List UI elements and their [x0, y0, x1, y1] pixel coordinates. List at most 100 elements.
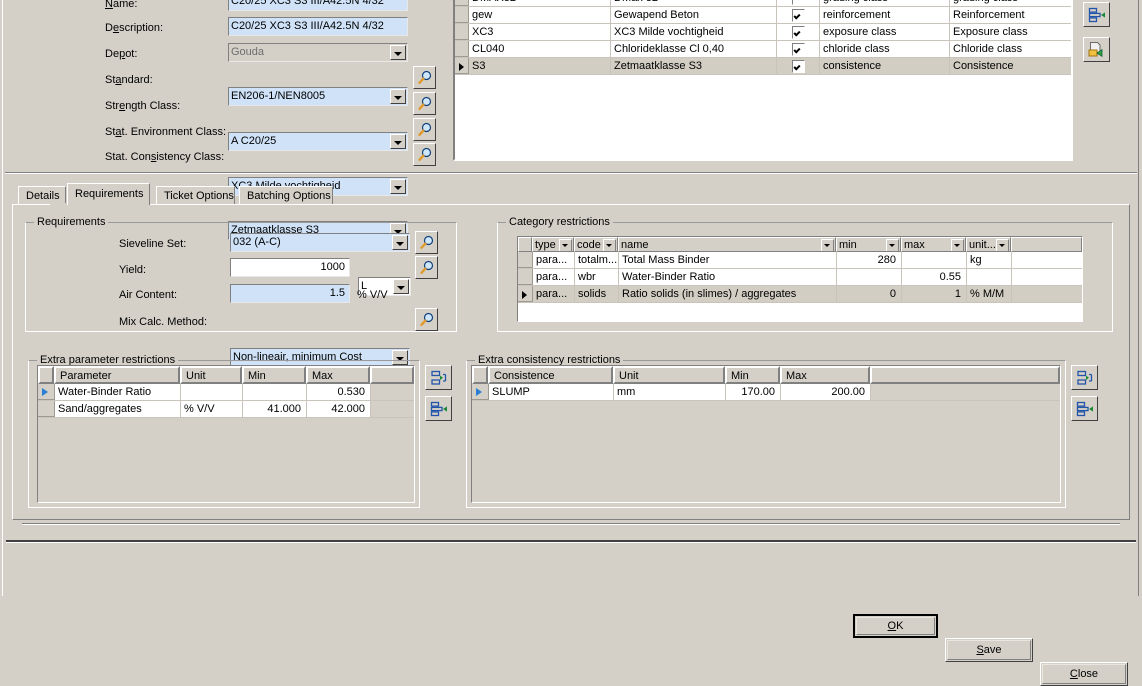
column-header[interactable]: Unit	[180, 366, 242, 384]
table-header-row: type code name min max unit...	[518, 237, 1082, 252]
tab-batching-options[interactable]: Batching Options	[239, 186, 333, 205]
column-header[interactable]: code	[574, 237, 618, 252]
extra-parameter-grid[interactable]: Parameter Unit Min Max Water-Binder Ratio 0.5…	[37, 365, 415, 503]
row-indicator[interactable]	[38, 401, 55, 417]
sieveline-set-lookup-button[interactable]	[415, 231, 438, 254]
depot-combo[interactable]: Gouda	[228, 43, 408, 62]
extra-parameter-append-button[interactable]	[425, 396, 452, 421]
table-row[interactable]: DMAX32DMax 32 grading classgrading class	[455, 0, 1071, 7]
checkbox-unchecked-icon[interactable]	[791, 0, 805, 5]
table-row[interactable]: S3 Zetmaatklasse S3 consistence Consistence	[455, 58, 1071, 75]
column-header[interactable]: name	[618, 237, 836, 252]
chevron-down-icon[interactable]	[559, 239, 572, 251]
column-header[interactable]: min	[836, 237, 901, 252]
consistency-class-lookup-button[interactable]	[413, 143, 436, 166]
column-header-filler	[870, 366, 1060, 384]
class-code-cell: XC3	[469, 24, 611, 40]
strength-class-lookup-button[interactable]	[413, 92, 436, 115]
column-header[interactable]: type	[532, 237, 574, 252]
table-row[interactable]: gew Gewapend Beton reinforcement Reinforcem…	[455, 7, 1071, 24]
class-grid-export-button[interactable]	[1083, 37, 1110, 62]
category-restrictions-grid[interactable]: type code name min max unit... para... totalm..…	[517, 236, 1083, 322]
column-header[interactable]: unit...	[966, 237, 1011, 252]
row-indicator[interactable]	[472, 384, 489, 400]
class-grid-insert-button[interactable]	[1083, 2, 1110, 27]
chevron-down-icon[interactable]	[393, 279, 409, 294]
row-indicator[interactable]	[38, 384, 55, 400]
table-row[interactable]: Sand/aggregates% V/V 41.000 42.000	[38, 401, 414, 418]
extra-consistency-insert-button[interactable]	[1071, 365, 1098, 390]
checkbox-checked-icon[interactable]	[791, 60, 805, 73]
column-header[interactable]: Max	[306, 366, 370, 384]
table-row[interactable]: SLUMP mm 170.00 200.00	[472, 384, 1060, 401]
chevron-down-icon[interactable]	[821, 239, 834, 251]
yield-lookup-button[interactable]	[415, 256, 438, 279]
mix-calc-method-lookup-button[interactable]	[415, 308, 438, 331]
column-header[interactable]: Max	[780, 366, 870, 384]
name-input[interactable]: C20/25 XC3 S3 III/A42.5N 4/32	[228, 0, 408, 11]
column-header[interactable]: max	[901, 237, 966, 252]
column-header[interactable]	[38, 366, 54, 384]
class-key-cell: grading class	[820, 0, 950, 6]
table-cell-filler	[371, 401, 414, 417]
sieveline-set-combo[interactable]: 032 (A-C)	[230, 233, 410, 252]
row-indicator[interactable]	[455, 24, 469, 40]
yield-input[interactable]: 1000	[230, 258, 350, 277]
standard-lookup-button[interactable]	[413, 66, 436, 89]
column-header[interactable]: Min	[725, 366, 780, 384]
chevron-down-icon[interactable]	[886, 239, 899, 251]
category-restrictions-title: Category restrictions	[506, 216, 613, 228]
chevron-down-icon[interactable]	[390, 45, 406, 60]
checkbox-checked-icon[interactable]	[791, 43, 805, 56]
table-row[interactable]: CL040 Chlorideklasse Cl 0,40 chloride clas…	[455, 41, 1071, 58]
strength-class-combo[interactable]: A C20/25	[228, 132, 408, 151]
row-indicator[interactable]	[518, 252, 533, 268]
extra-consistency-grid[interactable]: Consistence Unit Min Max SLUMP mm 170.00 200.00	[471, 365, 1061, 503]
air-content-input[interactable]: 1.5	[230, 284, 350, 303]
tab-ticket-options[interactable]: Ticket Options	[156, 186, 235, 205]
column-header[interactable]	[472, 366, 488, 384]
column-header[interactable]	[518, 237, 532, 252]
parameter-min-cell: 41.000	[243, 401, 307, 417]
checkbox-checked-icon[interactable]	[791, 26, 805, 39]
chevron-down-icon[interactable]	[390, 89, 406, 104]
class-grid[interactable]: DMAX32DMax 32grading classgrading classg…	[453, 0, 1073, 161]
environment-class-lookup-button[interactable]	[413, 118, 436, 141]
row-indicator[interactable]	[455, 58, 469, 74]
extra-consistency-append-button[interactable]	[1071, 396, 1098, 421]
chevron-down-icon[interactable]	[951, 239, 964, 251]
chevron-down-icon[interactable]	[392, 235, 408, 250]
table-row[interactable]: Water-Binder Ratio 0.530	[38, 384, 414, 401]
chevron-down-icon[interactable]	[603, 239, 616, 251]
chevron-down-icon[interactable]	[996, 239, 1009, 251]
class-description-cell: Chlorideklasse Cl 0,40	[611, 41, 777, 57]
column-header[interactable]: Parameter	[54, 366, 180, 384]
restriction-name-cell: Total Mass Binder	[619, 252, 837, 268]
table-row[interactable]: XC3 XC3 Milde vochtigheid exposure class Ex…	[455, 24, 1071, 41]
checkbox-checked-icon[interactable]	[791, 9, 805, 22]
depot-value: Gouda	[231, 46, 265, 58]
extra-parameter-insert-button[interactable]	[425, 365, 452, 390]
column-header[interactable]: Consistence	[488, 366, 613, 384]
ok-button[interactable]: OK	[853, 614, 938, 638]
save-button[interactable]: Save	[945, 638, 1033, 662]
standard-combo[interactable]: EN206-1/NEN8005	[228, 87, 408, 106]
tab-requirements[interactable]: Requirements	[67, 183, 150, 205]
row-indicator[interactable]	[518, 269, 533, 285]
row-indicator[interactable]	[518, 286, 533, 302]
column-header[interactable]: Min	[242, 366, 306, 384]
chevron-down-icon[interactable]	[390, 134, 406, 149]
row-indicator[interactable]	[455, 41, 469, 57]
tab-strip[interactable]: Details Requirements Ticket Options Batc…	[18, 183, 1128, 205]
column-header-filler	[370, 366, 414, 384]
row-indicator[interactable]	[455, 7, 469, 23]
description-input[interactable]: C20/25 XC3 S3 III/A42.5N 4/32	[228, 17, 408, 36]
column-header[interactable]: Unit	[613, 366, 725, 384]
magnifier-icon	[417, 96, 431, 110]
table-row[interactable]: para... solids Ratio solids (in slimes) / …	[518, 286, 1082, 303]
row-indicator[interactable]	[455, 0, 469, 6]
table-row[interactable]: para... totalm... Total Mass Binder 280 kg	[518, 252, 1082, 269]
standard-label: Standard:	[105, 74, 153, 86]
close-button[interactable]: Close	[1040, 662, 1128, 686]
table-row[interactable]: para... wbr Water-Binder Ratio 0.55	[518, 269, 1082, 286]
